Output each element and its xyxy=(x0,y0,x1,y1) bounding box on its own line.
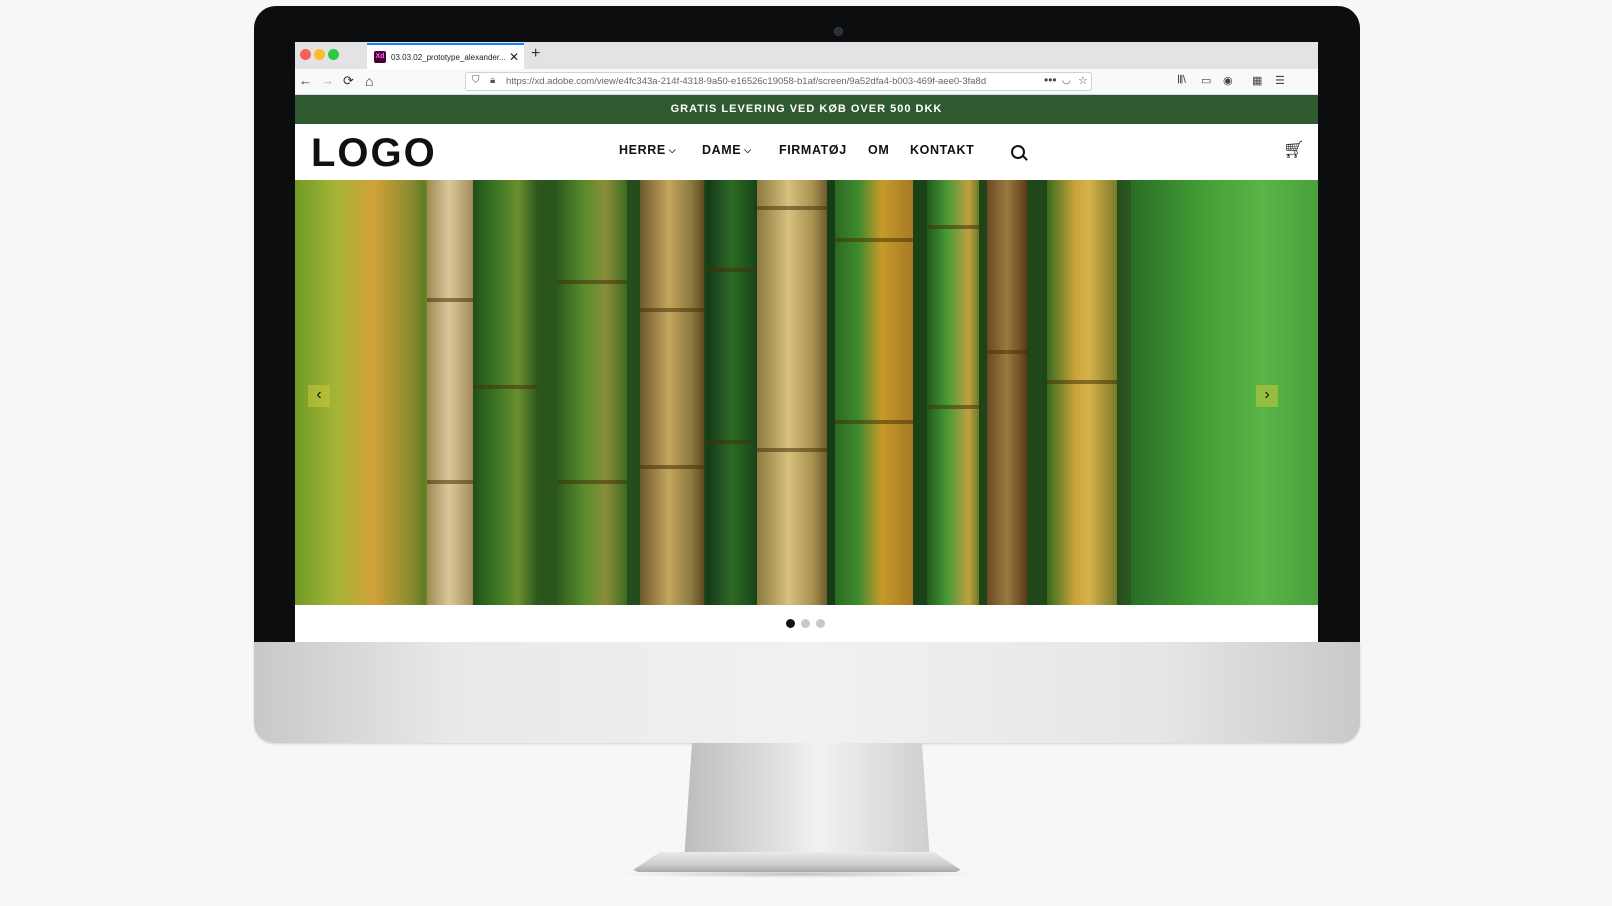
forward-button[interactable]: → xyxy=(321,73,334,89)
bamboo-stalk xyxy=(927,180,979,605)
carousel-dot-3[interactable] xyxy=(816,619,825,628)
page-actions-icon[interactable]: ••• xyxy=(1044,73,1057,87)
browser-tab[interactable]: Xd 03.03.02_prototype_alexander... ✕ xyxy=(367,43,524,69)
tab-title: 03.03.02_prototype_alexander... xyxy=(391,52,506,62)
new-tab-button[interactable]: + xyxy=(531,45,540,63)
pocket-icon[interactable]: ◡ xyxy=(1062,75,1071,86)
browser-window: Xd 03.03.02_prototype_alexander... ✕ + ←… xyxy=(295,42,1318,642)
nav-item-kontakt[interactable]: KONTAKT xyxy=(910,143,974,157)
chevron-down-icon: ⌵ xyxy=(744,145,752,155)
address-bar[interactable]: ⛉ 🔒︎ https://xd.adobe.com/view/e4fc343a-… xyxy=(465,72,1092,91)
next-slide-button[interactable]: › xyxy=(1256,385,1278,407)
hero-slider: ‹ › xyxy=(295,180,1318,605)
nav-item-dame[interactable]: DAME ⌵ xyxy=(702,143,752,157)
bamboo-stalk xyxy=(473,180,537,605)
minimize-window-button[interactable] xyxy=(314,49,325,60)
shield-icon[interactable]: ⛉ xyxy=(472,75,480,86)
bamboo-stalk xyxy=(987,180,1027,605)
monitor-base xyxy=(630,852,964,872)
nav-label: HERRE xyxy=(619,143,666,157)
nav-item-firmatoj[interactable]: FIRMATØJ xyxy=(779,143,847,157)
account-icon[interactable]: ◉ xyxy=(1223,74,1233,87)
reload-button[interactable]: ⟳ xyxy=(343,73,354,89)
carousel-dot-1[interactable] xyxy=(786,619,795,628)
close-window-button[interactable] xyxy=(300,49,311,60)
extension-icon[interactable]: ▦ xyxy=(1252,74,1262,87)
free-shipping-banner: GRATIS LEVERING VED KØB OVER 500 DKK xyxy=(295,95,1318,124)
browser-toolbar: ← → ⟳ ⌂ ⛉ 🔒︎ https://xd.adobe.com/view/e… xyxy=(295,69,1318,95)
site-logo[interactable]: LOGO xyxy=(311,131,437,176)
sidebar-icon[interactable]: ▭ xyxy=(1201,74,1211,87)
adobe-xd-icon: Xd xyxy=(374,51,386,63)
site-header: LOGO HERRE ⌵ DAME ⌵ FIRMATØJ OM KONTAKT 🛒︎ xyxy=(295,124,1318,180)
cart-icon[interactable]: 🛒︎ xyxy=(1283,140,1305,160)
nav-item-herre[interactable]: HERRE ⌵ xyxy=(619,143,676,157)
camera-icon xyxy=(834,27,843,36)
menu-icon[interactable]: ☰ xyxy=(1275,74,1285,87)
lock-icon[interactable]: 🔒︎ xyxy=(490,75,495,86)
chevron-down-icon: ⌵ xyxy=(668,145,677,155)
bamboo-stalk xyxy=(707,180,757,605)
bamboo-stalk xyxy=(835,180,913,605)
library-icon[interactable]: 𝄃𝄃\ xyxy=(1178,74,1186,87)
prev-slide-button[interactable]: ‹ xyxy=(308,385,330,407)
nav-label: DAME xyxy=(702,143,742,157)
back-button[interactable]: ← xyxy=(299,73,312,89)
bamboo-stalk xyxy=(1047,180,1117,605)
carousel-dot-2[interactable] xyxy=(801,619,810,628)
search-icon[interactable] xyxy=(1011,145,1025,159)
monitor-stand xyxy=(684,743,930,861)
bamboo-stalk xyxy=(1131,180,1318,605)
bookmark-star-icon[interactable]: ☆ xyxy=(1078,74,1088,87)
carousel-dots xyxy=(295,605,1318,642)
tab-bar: Xd 03.03.02_prototype_alexander... ✕ + xyxy=(295,42,1318,70)
nav-item-om[interactable]: OM xyxy=(868,143,889,157)
monitor-chin xyxy=(254,642,1360,743)
bamboo-stalk xyxy=(557,180,627,605)
home-button[interactable]: ⌂ xyxy=(365,73,373,89)
close-tab-icon[interactable]: ✕ xyxy=(509,50,519,64)
maximize-window-button[interactable] xyxy=(328,49,339,60)
bamboo-stalk xyxy=(757,180,827,605)
bamboo-stalk xyxy=(640,180,704,605)
url-text[interactable]: https://xd.adobe.com/view/e4fc343a-214f-… xyxy=(506,76,1046,87)
